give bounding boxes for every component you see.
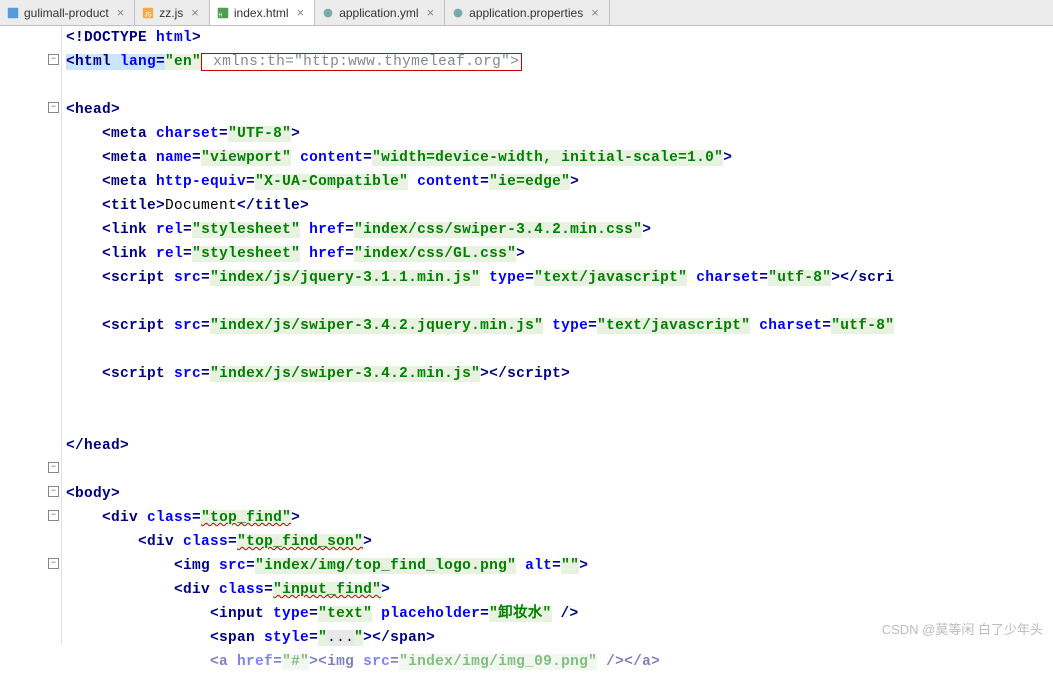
fold-marker[interactable] xyxy=(48,54,59,65)
code-line[interactable]: <script src="index/js/swiper-3.4.2.jquer… xyxy=(66,314,1053,338)
tab-zz-js[interactable]: JS zz.js × xyxy=(135,0,210,25)
tab-application-properties[interactable]: application.properties × xyxy=(445,0,610,25)
code-line[interactable]: <meta charset="UTF-8"> xyxy=(66,122,1053,146)
close-icon[interactable]: × xyxy=(427,5,435,20)
close-icon[interactable]: × xyxy=(191,5,199,20)
code-line[interactable] xyxy=(66,410,1053,434)
properties-icon xyxy=(451,6,465,20)
code-line[interactable]: <title>Document</title> xyxy=(66,194,1053,218)
svg-text:JS: JS xyxy=(145,11,152,18)
js-icon: JS xyxy=(141,6,155,20)
code-line[interactable]: <html lang="en" xmlns:th="http:www.thyme… xyxy=(66,50,1053,74)
tab-application-yml[interactable]: application.yml × xyxy=(315,0,445,25)
code-line[interactable] xyxy=(66,290,1053,314)
fold-marker[interactable] xyxy=(48,558,59,569)
code-line[interactable]: </head> xyxy=(66,434,1053,458)
code-line[interactable]: <input type="text" placeholder="卸妆水" /> xyxy=(66,602,1053,626)
module-icon xyxy=(6,6,20,20)
svg-text:H: H xyxy=(219,12,223,18)
tab-index-html[interactable]: H index.html × xyxy=(210,0,315,25)
gutter[interactable] xyxy=(0,26,62,644)
code-line[interactable]: <script src="index/js/swiper-3.4.2.min.j… xyxy=(66,362,1053,386)
code-line[interactable]: <meta http-equiv="X-UA-Compatible" conte… xyxy=(66,170,1053,194)
code-line[interactable] xyxy=(66,386,1053,410)
code-line[interactable]: <div class="top_find_son"> xyxy=(66,530,1053,554)
yml-icon xyxy=(321,6,335,20)
fold-marker[interactable] xyxy=(48,462,59,473)
close-icon[interactable]: × xyxy=(591,5,599,20)
code-line[interactable]: <head> xyxy=(66,98,1053,122)
code-line[interactable]: <span style="..."></span> xyxy=(66,626,1053,650)
code-line[interactable]: <link rel="stylesheet" href="index/css/s… xyxy=(66,218,1053,242)
html-icon: H xyxy=(216,6,230,20)
code-line[interactable] xyxy=(66,458,1053,482)
tab-label: zz.js xyxy=(159,6,183,20)
code-line[interactable] xyxy=(66,338,1053,362)
code-line[interactable]: <img src="index/img/top_find_logo.png" a… xyxy=(66,554,1053,578)
code-line[interactable]: <!DOCTYPE html> xyxy=(66,26,1053,50)
tab-gulimall-product[interactable]: gulimall-product × xyxy=(0,0,135,25)
editor-wrap: <!DOCTYPE html> <html lang="en" xmlns:th… xyxy=(0,26,1053,644)
fold-marker[interactable] xyxy=(48,486,59,497)
code-line[interactable]: <a href="#"><img src="index/img/img_09.p… xyxy=(66,650,1053,674)
close-icon[interactable]: × xyxy=(297,5,305,20)
code-line[interactable]: <script src="index/js/jquery-3.1.1.min.j… xyxy=(66,266,1053,290)
code-line[interactable]: <meta name="viewport" content="width=dev… xyxy=(66,146,1053,170)
tab-label: application.yml xyxy=(339,6,418,20)
fold-marker[interactable] xyxy=(48,102,59,113)
code-line[interactable]: <div class="top_find"> xyxy=(66,506,1053,530)
code-line[interactable]: <div class="input_find"> xyxy=(66,578,1053,602)
editor-tabs-bar: gulimall-product × JS zz.js × H index.ht… xyxy=(0,0,1053,26)
code-editor[interactable]: <!DOCTYPE html> <html lang="en" xmlns:th… xyxy=(62,26,1053,644)
tab-label: gulimall-product xyxy=(24,6,109,20)
code-line[interactable]: <link rel="stylesheet" href="index/css/G… xyxy=(66,242,1053,266)
code-line[interactable] xyxy=(66,74,1053,98)
tab-label: index.html xyxy=(234,6,289,20)
code-line[interactable]: <body> xyxy=(66,482,1053,506)
tab-label: application.properties xyxy=(469,6,583,20)
close-icon[interactable]: × xyxy=(117,5,125,20)
fold-marker[interactable] xyxy=(48,510,59,521)
